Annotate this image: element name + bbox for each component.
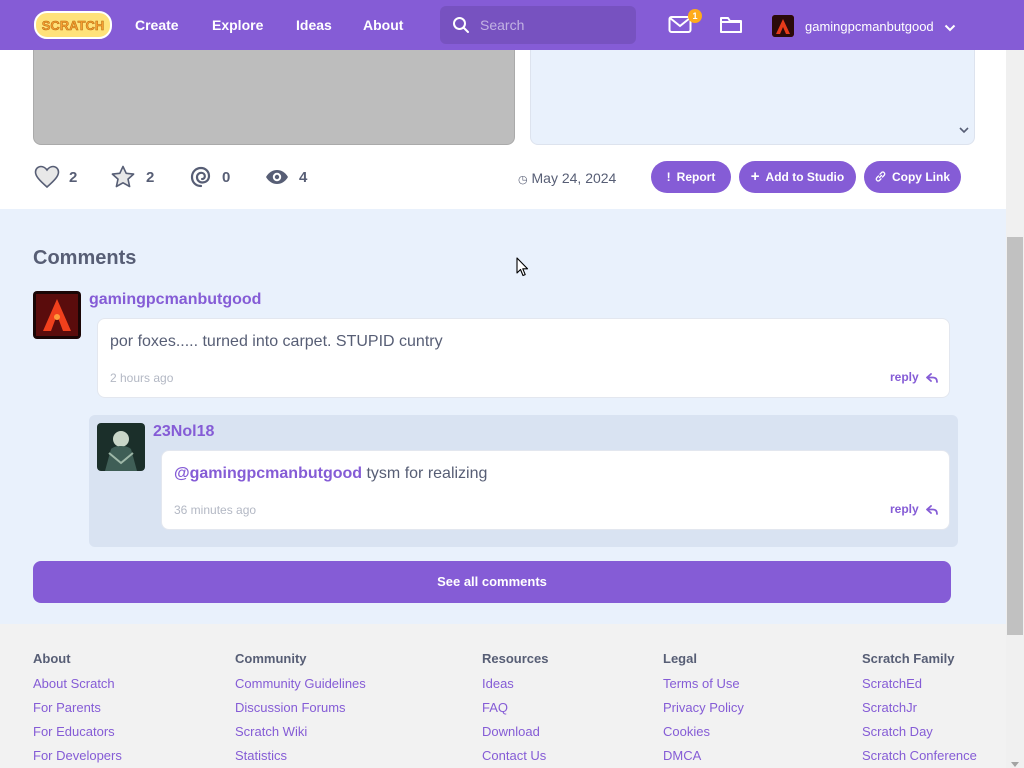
footer-link[interactable]: Statistics: [235, 749, 366, 763]
chevron-down-icon[interactable]: [944, 20, 956, 38]
footer-link[interactable]: Scratch Wiki: [235, 725, 366, 739]
folder-icon[interactable]: [719, 15, 743, 40]
nav-create[interactable]: Create: [135, 17, 179, 33]
footer-link[interactable]: DMCA: [663, 749, 744, 763]
mention-link[interactable]: @gamingpcmanbutgood: [174, 465, 362, 482]
footer-link[interactable]: About Scratch: [33, 677, 122, 691]
view-count: 4: [299, 169, 308, 186]
footer-heading: Resources: [482, 651, 549, 666]
footer-link[interactable]: Scratch Day: [862, 725, 977, 739]
footer-link[interactable]: For Developers: [33, 749, 122, 763]
scratch-logo[interactable]: SCRATCH: [34, 11, 112, 39]
comment-avatar[interactable]: [33, 291, 81, 339]
reply-author[interactable]: 23Nol18: [153, 423, 214, 441]
chevron-down-icon[interactable]: [958, 123, 970, 141]
message-count-badge: 1: [688, 9, 702, 23]
reply-time: 36 minutes ago: [174, 503, 257, 517]
nav-explore[interactable]: Explore: [212, 17, 263, 33]
comments-title: Comments: [33, 247, 137, 269]
link-icon: [875, 161, 886, 193]
scrollbar-thumb[interactable]: [1007, 237, 1023, 635]
top-nav: SCRATCH Create Explore Ideas About 1 gam…: [0, 0, 1024, 50]
heart-icon[interactable]: [34, 165, 60, 194]
project-date: ◷ May 24, 2024: [518, 170, 616, 186]
remix-icon: [189, 165, 213, 194]
mouse-cursor-icon: [516, 257, 530, 282]
nav-about[interactable]: About: [363, 17, 403, 33]
project-date-text: May 24, 2024: [531, 170, 617, 186]
see-all-comments-button[interactable]: See all comments: [33, 561, 951, 603]
footer-link[interactable]: Scratch Conference: [862, 749, 977, 763]
scroll-down-icon[interactable]: [1011, 755, 1019, 768]
plus-icon: +: [750, 168, 760, 185]
report-button[interactable]: ! Report: [651, 161, 731, 193]
comment-author[interactable]: gamingpcmanbutgood: [89, 291, 261, 309]
footer-heading: Community: [235, 651, 307, 666]
footer-link[interactable]: Terms of Use: [663, 677, 744, 691]
add-to-studio-button[interactable]: + Add to Studio: [739, 161, 856, 193]
footer-link[interactable]: Community Guidelines: [235, 677, 366, 691]
footer-col-resources: Resources Ideas FAQ Download Contact Us: [482, 652, 548, 768]
star-icon[interactable]: [110, 165, 136, 194]
nav-username[interactable]: gamingpcmanbutgood: [805, 19, 934, 34]
footer-link[interactable]: ScratchEd: [862, 677, 977, 691]
copy-link-button[interactable]: Copy Link: [864, 161, 961, 193]
reply-avatar[interactable]: [97, 423, 145, 471]
search-bar[interactable]: [440, 6, 636, 44]
footer-heading: Scratch Family: [862, 651, 955, 666]
footer-link[interactable]: Contact Us: [482, 749, 548, 763]
footer-col-community: Community Community Guidelines Discussio…: [235, 652, 366, 768]
footer-link[interactable]: Discussion Forums: [235, 701, 366, 715]
report-button-label: Report: [676, 170, 716, 184]
reply-text-body: tysm for realizing: [362, 465, 488, 482]
clock-icon: ◷: [518, 174, 528, 186]
search-icon: [452, 16, 470, 39]
footer-heading: About: [33, 651, 71, 666]
nav-ideas[interactable]: Ideas: [296, 17, 332, 33]
add-to-studio-label: Add to Studio: [765, 170, 845, 184]
copy-link-label: Copy Link: [891, 170, 950, 184]
favorite-count: 2: [146, 169, 155, 186]
page-scrollbar[interactable]: [1006, 0, 1024, 768]
reply-icon: [922, 502, 938, 516]
footer-link[interactable]: Cookies: [663, 725, 744, 739]
remix-count: 0: [222, 169, 231, 186]
footer-col-about: About About Scratch For Parents For Educ…: [33, 652, 122, 768]
footer-heading: Legal: [663, 651, 697, 666]
reply-button[interactable]: reply: [890, 370, 938, 384]
comment-time: 2 hours ago: [110, 371, 174, 385]
search-input[interactable]: [480, 14, 630, 36]
report-icon: !: [666, 170, 671, 184]
footer-link[interactable]: Download: [482, 725, 548, 739]
footer-link[interactable]: ScratchJr: [862, 701, 977, 715]
footer-link[interactable]: For Educators: [33, 725, 122, 739]
footer-col-scratch-family: Scratch Family ScratchEd ScratchJr Scrat…: [862, 652, 977, 768]
comment-bubble: [97, 318, 950, 398]
reply-text: @gamingpcmanbutgood tysm for realizing: [174, 465, 487, 483]
footer-col-legal: Legal Terms of Use Privacy Policy Cookie…: [663, 652, 744, 768]
reply-label: reply: [890, 502, 919, 516]
reply-bubble: [161, 450, 950, 530]
love-count: 2: [69, 169, 78, 186]
logo-text: SCRATCH: [42, 18, 105, 33]
reply-label: reply: [890, 370, 919, 384]
user-avatar[interactable]: [772, 15, 794, 37]
reply-button[interactable]: reply: [890, 502, 938, 516]
footer-link[interactable]: FAQ: [482, 701, 548, 715]
comment-text: por foxes..... turned into carpet. STUPI…: [110, 333, 443, 350]
footer-link[interactable]: For Parents: [33, 701, 122, 715]
eye-icon: [264, 165, 290, 194]
footer-link[interactable]: Ideas: [482, 677, 548, 691]
footer-link[interactable]: Privacy Policy: [663, 701, 744, 715]
reply-icon: [922, 370, 938, 384]
